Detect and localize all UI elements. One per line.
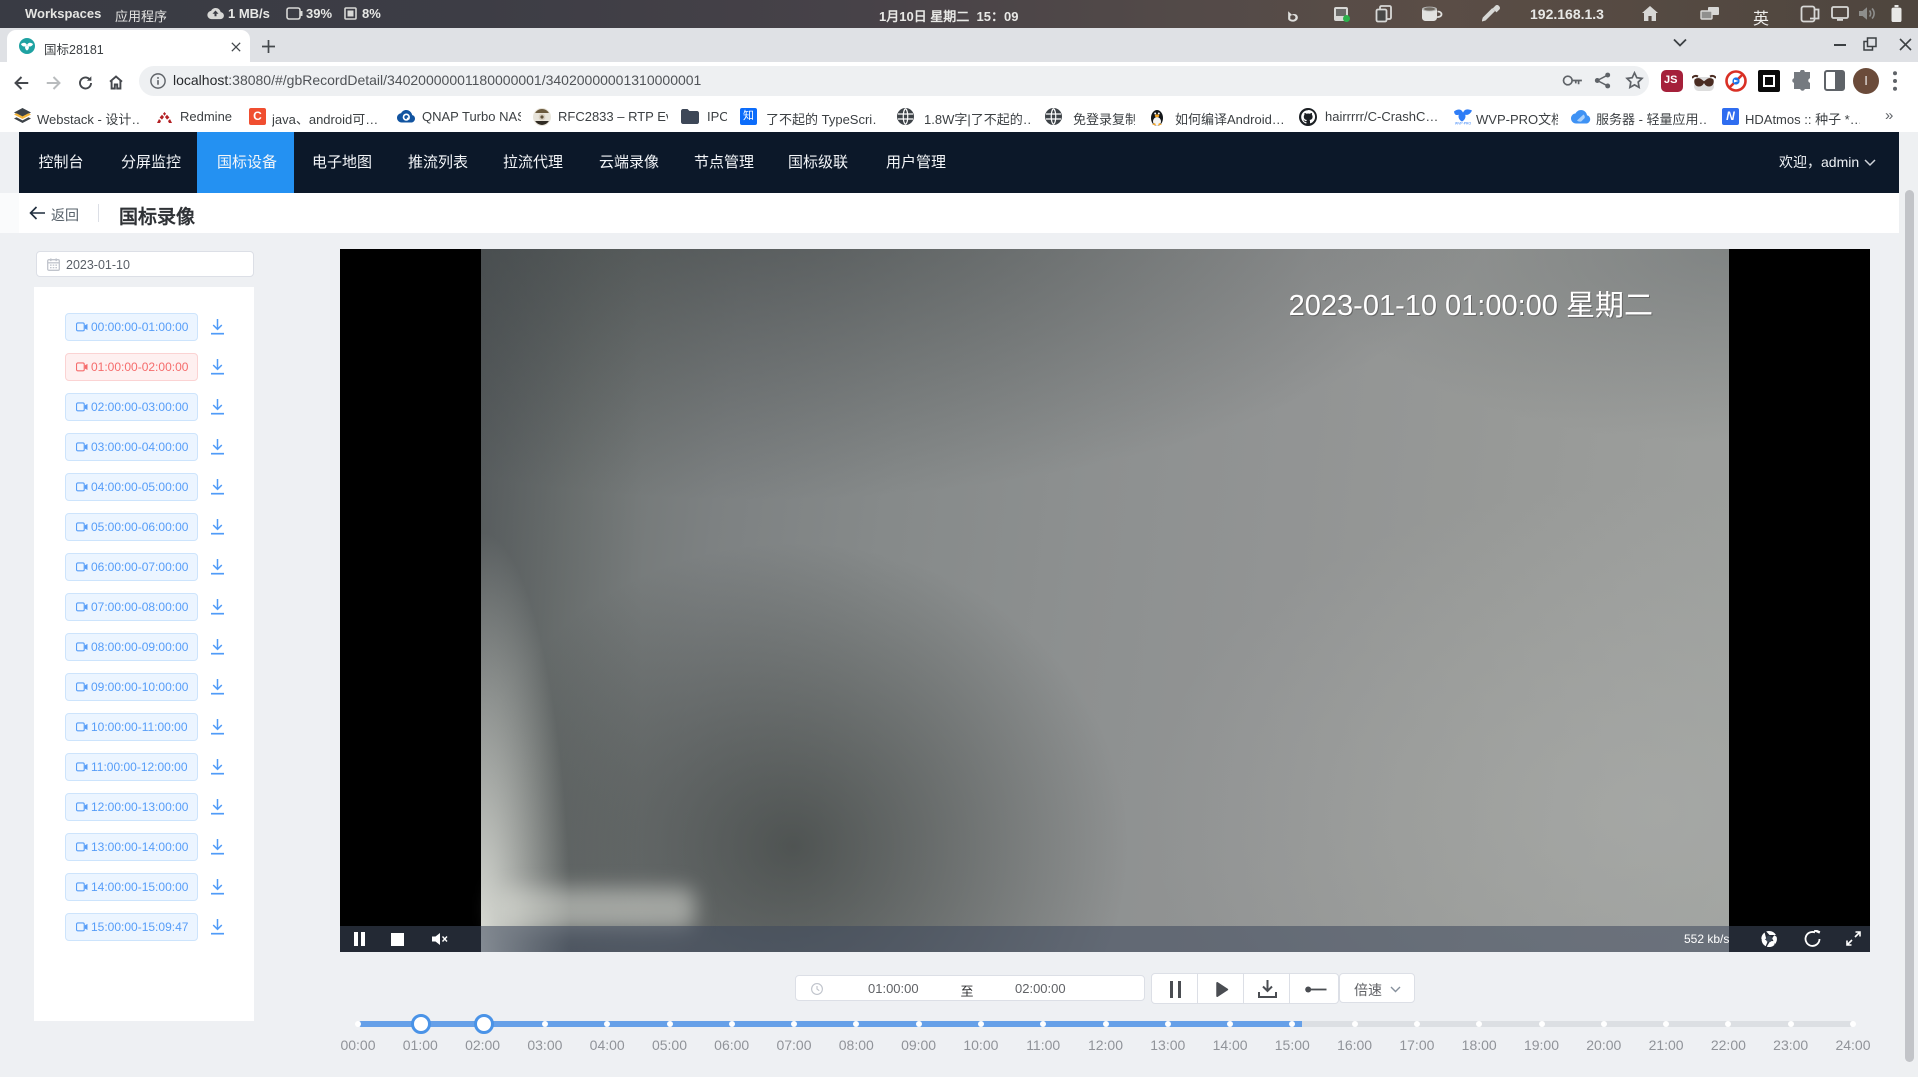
svg-text:WVP·PRO: WVP·PRO — [1455, 122, 1472, 126]
